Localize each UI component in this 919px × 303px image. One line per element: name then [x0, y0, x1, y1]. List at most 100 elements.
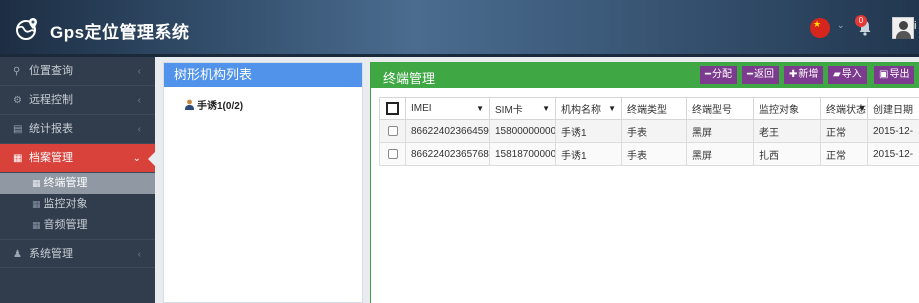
column-header-imei[interactable]: IMEI ▼ [405, 97, 490, 120]
plus-icon: ✚ [789, 69, 798, 80]
user-icon: ♟ [13, 249, 22, 260]
grid-icon: ▦ [32, 199, 41, 209]
column-header-org-name[interactable]: 机构名称 ▼ [555, 97, 622, 120]
row-checkbox[interactable] [387, 148, 398, 159]
button-label: 导入 [841, 69, 862, 80]
model-cell: 黑屏 [686, 119, 754, 143]
target-cell: 老王 [753, 119, 821, 143]
sim-cell: 15818700000 [489, 142, 556, 166]
panel-header: 终端管理 ━分配 ━返回 ✚新增 ▰导入 ▣导出 [371, 62, 919, 88]
table-row[interactable]: 866224023664591 15800000000 手诱1 手表 黑屏 老王… [379, 119, 919, 143]
imei-cell: 866224023657686 [405, 142, 490, 166]
notification-count-badge: 0 [855, 15, 867, 27]
column-label: 机构名称 [561, 105, 601, 116]
sidebar-item-label: 系统管理 [29, 248, 73, 260]
column-header-monitor-target[interactable]: 监控对象 [753, 97, 821, 120]
sidebar-item-statistics[interactable]: ▤ 统计报表 ‹ [0, 115, 155, 144]
column-header-sim[interactable]: SIM卡 ▼ [489, 97, 556, 120]
chevron-left-icon: ‹ [137, 124, 141, 135]
tree-panel-title: 树形机构列表 [164, 63, 362, 87]
filter-icon[interactable]: ▼ [542, 104, 550, 113]
sidebar-subitem-label: 音频管理 [43, 219, 88, 231]
chevron-left-icon: ‹ [137, 66, 141, 77]
table-row[interactable]: 866224023657686 15818700000 手诱1 手表 黑屏 扎西… [379, 142, 919, 166]
minus-icon: ━ [705, 69, 712, 80]
table-header-row: IMEI ▼ SIM卡 ▼ 机构名称 ▼ 终端类型 终端型号 监控对象 终端状态 ▼ 创… [379, 97, 919, 120]
globe-pin-icon[interactable] [14, 16, 40, 42]
user-avatar[interactable] [892, 17, 914, 39]
sidebar-subitem-label: 终端管理 [43, 177, 88, 189]
model-cell: 黑屏 [686, 142, 754, 166]
chevron-left-icon: ‹ [137, 249, 141, 260]
sidebar-item-label: 远程控制 [29, 94, 73, 106]
sidebar-subitem-monitor-target[interactable]: ▦ 监控对象 [0, 194, 155, 215]
column-label: 终端型号 [692, 105, 732, 116]
sidebar-item-remote-control[interactable]: ⚙ 远程控制 ‹ [0, 86, 155, 115]
column-header-terminal-model[interactable]: 终端型号 [686, 97, 754, 120]
column-label: IMEI [411, 103, 432, 114]
language-flag-icon[interactable] [810, 18, 830, 38]
button-label: 导出 [889, 69, 910, 80]
sidebar-item-location-query[interactable]: ⚲ 位置查询 ‹ [0, 57, 155, 86]
sidebar-subitem-label: 监控对象 [43, 198, 88, 210]
cogs-icon: ⚙ [13, 95, 22, 106]
map-marker-icon: ⚲ [13, 66, 21, 77]
sidebar-item-system-management[interactable]: ♟ 系统管理 ‹ [0, 239, 155, 268]
filter-icon[interactable]: ▼ [608, 104, 616, 113]
assign-button[interactable]: ━分配 [700, 66, 738, 84]
row-checkbox[interactable] [387, 125, 398, 136]
status-cell: 正常 [820, 119, 868, 143]
row-select-cell [379, 142, 406, 166]
column-header-terminal-type[interactable]: 终端类型 [621, 97, 687, 120]
sidebar-item-archive-management[interactable]: ▦ 档案管理 ⌄ [0, 144, 155, 173]
column-label: 终端类型 [627, 105, 667, 116]
sidebar-subitem-terminal-management[interactable]: ▦ 终端管理 [0, 173, 155, 194]
terminal-table: IMEI ▼ SIM卡 ▼ 机构名称 ▼ 终端类型 终端型号 监控对象 终端状态 ▼ 创… [379, 97, 919, 166]
column-label: 创建日期 [873, 105, 913, 116]
sidebar-subitem-audio-management[interactable]: ▦ 音频管理 [0, 215, 155, 236]
minus-icon: ━ [747, 69, 754, 80]
select-all-checkbox[interactable] [386, 102, 399, 115]
org-tree-panel: 树形机构列表 手诱1(0/2) [163, 62, 363, 303]
chevron-down-icon: ⌄ [132, 153, 141, 164]
type-cell: 手表 [621, 119, 687, 143]
export-icon: ▣ [879, 69, 889, 80]
tree-node-label: 手诱1(0/2) [197, 101, 244, 112]
imei-cell: 866224023664591 [405, 119, 490, 143]
org-cell: 手诱1 [555, 119, 622, 143]
chevron-down-icon[interactable]: ⌄ [837, 20, 845, 31]
type-cell: 手表 [621, 142, 687, 166]
org-cell: 手诱1 [555, 142, 622, 166]
export-button[interactable]: ▣导出 [874, 66, 915, 84]
row-select-cell [379, 119, 406, 143]
grid-icon: ▦ [32, 178, 41, 188]
created-cell: 2015-12- [867, 119, 919, 143]
app-title: Gps定位管理系统 [50, 23, 190, 42]
button-label: 新增 [798, 69, 819, 80]
button-label: 分配 [712, 69, 733, 80]
grid-icon: ▦ [32, 220, 41, 230]
user-name-label[interactable]: i [914, 20, 916, 32]
column-label: 监控对象 [759, 105, 799, 116]
terminal-management-panel: 终端管理 ━分配 ━返回 ✚新增 ▰导入 ▣导出 IMEI ▼ SIM卡 ▼ 机构名… [370, 62, 919, 303]
select-all-cell [379, 97, 406, 120]
filter-icon[interactable]: ▼ [476, 104, 484, 113]
button-label: 返回 [754, 69, 775, 80]
column-header-created-date[interactable]: 创建日期 [867, 97, 919, 120]
filter-icon[interactable]: ▼ [858, 104, 866, 113]
status-cell: 正常 [820, 142, 868, 166]
import-icon: ▰ [833, 69, 841, 80]
tree-node[interactable]: 手诱1(0/2) [184, 97, 243, 112]
add-button[interactable]: ✚新增 [784, 66, 824, 84]
panel-title: 终端管理 [383, 71, 436, 86]
column-header-terminal-status[interactable]: 终端状态 ▼ [820, 97, 868, 120]
created-cell: 2015-12- [867, 142, 919, 166]
bar-chart-icon: ▤ [13, 124, 23, 135]
sidebar-item-label: 位置查询 [29, 65, 73, 77]
sim-cell: 15800000000 [489, 119, 556, 143]
chevron-left-icon: ‹ [137, 95, 141, 106]
back-button[interactable]: ━返回 [742, 66, 780, 84]
grid-icon: ▦ [13, 153, 23, 164]
import-button[interactable]: ▰导入 [828, 66, 867, 84]
sidebar-item-label: 档案管理 [29, 152, 73, 164]
